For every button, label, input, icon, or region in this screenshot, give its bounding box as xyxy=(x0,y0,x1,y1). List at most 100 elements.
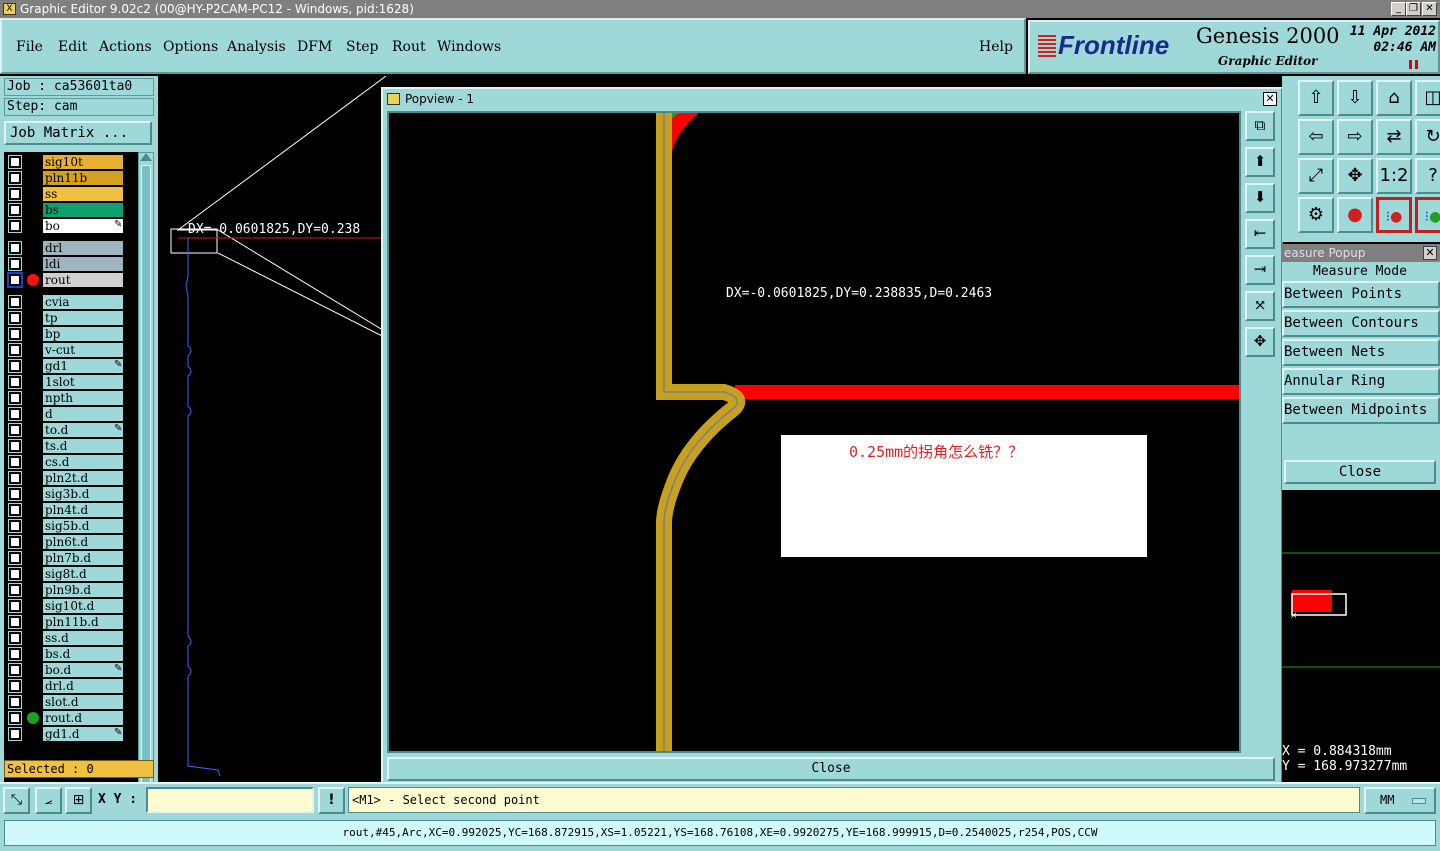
layer-name[interactable]: 1slot xyxy=(42,374,124,390)
layer-checkbox[interactable] xyxy=(8,439,22,453)
layer-checkbox[interactable] xyxy=(8,727,22,741)
home-icon[interactable]: ⌂ xyxy=(1376,80,1412,116)
measure-between-nets[interactable]: Between Nets xyxy=(1282,339,1440,366)
layer-name[interactable]: pln11b.d xyxy=(42,614,124,630)
menu-rout[interactable]: Rout xyxy=(392,39,426,55)
layer-checkbox[interactable] xyxy=(8,423,22,437)
layer-name[interactable]: tp xyxy=(42,310,124,326)
pan-left-icon[interactable]: ⇤ xyxy=(1245,219,1275,249)
layer-name[interactable]: ss xyxy=(42,186,124,202)
layer-name[interactable]: bs.d xyxy=(42,646,124,662)
menu-dfm[interactable]: DFM xyxy=(297,39,332,55)
minimize-button[interactable]: _ xyxy=(1391,2,1406,16)
layer-row[interactable]: ss xyxy=(6,186,138,202)
pan-right-icon[interactable]: ⇥ xyxy=(1245,255,1275,285)
scroll-up-icon[interactable] xyxy=(140,153,152,161)
layer-row[interactable]: to.d ✎ xyxy=(6,422,138,438)
menu-actions[interactable]: Actions xyxy=(99,39,152,55)
zoom-out-icon[interactable]: ⬇ xyxy=(1245,183,1275,213)
layer-name[interactable]: pln9b.d xyxy=(42,582,124,598)
layer-row[interactable]: gd1.d ✎ xyxy=(6,726,138,742)
layer-checkbox[interactable] xyxy=(8,257,22,271)
layer-row[interactable]: rout xyxy=(6,272,138,288)
layer-checkbox[interactable] xyxy=(8,359,22,373)
layer-checkbox[interactable] xyxy=(8,583,22,597)
layer-row[interactable]: pln11b xyxy=(6,170,138,186)
units-select[interactable]: MM xyxy=(1364,787,1436,814)
layer-name[interactable]: d xyxy=(42,406,124,422)
layer-name[interactable]: drl xyxy=(42,240,124,256)
layer-name[interactable]: cs.d xyxy=(42,454,124,470)
layer-row[interactable]: drl.d xyxy=(6,678,138,694)
layer-checkbox[interactable] xyxy=(8,219,22,233)
measure-between-midpoints[interactable]: Between Midpoints xyxy=(1282,397,1440,424)
settings-icon[interactable]: ⚙ xyxy=(1298,197,1334,233)
layer-row[interactable]: drl xyxy=(6,240,138,256)
layer-row[interactable]: pln7b.d xyxy=(6,550,138,566)
select-tool-icon[interactable]: ⤡ xyxy=(3,787,30,814)
layer-checkbox[interactable] xyxy=(8,471,22,485)
layer-checkbox[interactable] xyxy=(8,375,22,389)
layer-checkbox[interactable] xyxy=(8,519,22,533)
menu-file[interactable]: File xyxy=(16,39,43,55)
layer-name[interactable]: bp xyxy=(42,326,124,342)
layer-row[interactable]: v-cut xyxy=(6,342,138,358)
layer-row[interactable]: sig5b.d xyxy=(6,518,138,534)
close-window-button[interactable]: ✕ xyxy=(1422,2,1437,16)
layer-row[interactable]: tp xyxy=(6,310,138,326)
layer-checkbox[interactable] xyxy=(8,343,22,357)
layer-row[interactable]: cvia xyxy=(6,294,138,310)
zoom-home-icon[interactable]: ✥ xyxy=(1245,327,1275,357)
layer-name[interactable]: pln4t.d xyxy=(42,502,124,518)
menu-help[interactable]: Help xyxy=(979,39,1013,55)
alert-icon[interactable]: ! xyxy=(318,787,345,814)
xy-input[interactable] xyxy=(146,787,314,813)
layer-name[interactable]: pln6t.d xyxy=(42,534,124,550)
layer-row[interactable]: gd1 ✎ xyxy=(6,358,138,374)
layer-checkbox[interactable] xyxy=(8,203,22,217)
layer-row[interactable]: sig10t xyxy=(6,154,138,170)
layer-name[interactable]: to.d xyxy=(42,422,124,438)
pan-right-tool-icon[interactable]: ⇨ xyxy=(1337,119,1373,155)
layer-row[interactable]: pln2t.d xyxy=(6,470,138,486)
layer-row[interactable]: rout.d xyxy=(6,710,138,726)
pan-left-tool-icon[interactable]: ⇦ xyxy=(1298,119,1334,155)
layer-checkbox[interactable] xyxy=(8,171,22,185)
layer-row[interactable]: pln9b.d xyxy=(6,582,138,598)
zoom-in-icon[interactable]: ⬆ xyxy=(1245,147,1275,177)
layer-checkbox[interactable] xyxy=(8,647,22,661)
zoom-up-icon[interactable]: ⇧ xyxy=(1298,80,1334,116)
measure-between-points[interactable]: Between Points xyxy=(1282,281,1440,308)
layer-checkbox[interactable] xyxy=(8,155,22,169)
layer-checkbox[interactable] xyxy=(8,311,22,325)
layer-name[interactable]: sig10t xyxy=(42,154,124,170)
layer-checkbox[interactable] xyxy=(8,187,22,201)
layer-colors-icon[interactable]: ⁝● xyxy=(1376,197,1412,233)
job-matrix-button[interactable]: Job Matrix ... xyxy=(4,121,152,145)
layer-name[interactable]: ss.d xyxy=(42,630,124,646)
layer-checkbox[interactable] xyxy=(8,615,22,629)
layer-name[interactable]: pln2t.d xyxy=(42,470,124,486)
layer-checkbox[interactable] xyxy=(8,391,22,405)
layer-name[interactable]: rout xyxy=(42,272,124,288)
measure-between-contours[interactable]: Between Contours xyxy=(1282,310,1440,337)
measure-annular-ring[interactable]: Annular Ring xyxy=(1282,368,1440,395)
layer-row[interactable]: sig10t.d xyxy=(6,598,138,614)
layer-checkbox[interactable] xyxy=(8,455,22,469)
layer-row[interactable]: pln11b.d xyxy=(6,614,138,630)
layer-checkbox[interactable] xyxy=(8,407,22,421)
fit-screen-icon[interactable]: ⤢ xyxy=(1298,158,1334,194)
layer-name[interactable]: gd1 xyxy=(42,358,124,374)
layer-name[interactable]: bo xyxy=(42,218,124,234)
layer-checkbox[interactable] xyxy=(8,567,22,581)
split-view-icon[interactable]: ◫ xyxy=(1415,80,1440,116)
layer-row[interactable]: ldi xyxy=(6,256,138,272)
layer-name[interactable]: pln11b xyxy=(42,170,124,186)
measure-close-button[interactable]: Close xyxy=(1284,460,1436,484)
layer-checkbox[interactable] xyxy=(8,241,22,255)
layer-row[interactable]: bp xyxy=(6,326,138,342)
layer-checkbox[interactable] xyxy=(8,551,22,565)
redraw-icon[interactable]: ↻ xyxy=(1415,119,1440,155)
layer-row[interactable]: d xyxy=(6,406,138,422)
popview-close-icon[interactable]: ✕ xyxy=(1263,92,1277,106)
